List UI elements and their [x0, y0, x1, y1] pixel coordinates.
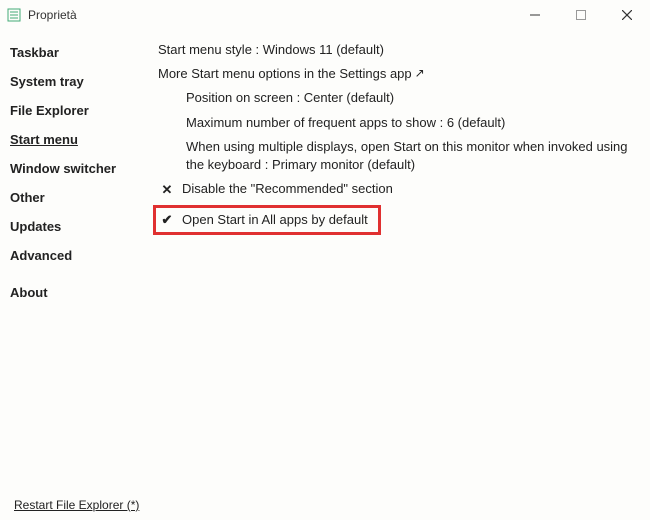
more-options-link[interactable]: More Start menu options in the Settings …	[158, 62, 634, 86]
max-apps-row[interactable]: Maximum number of frequent apps to show …	[158, 111, 634, 135]
sidebar-item-updates[interactable]: Updates	[10, 212, 140, 241]
sidebar-item-window-switcher[interactable]: Window switcher	[10, 154, 140, 183]
minimize-button[interactable]	[512, 0, 558, 30]
start-menu-style-row[interactable]: Start menu style : Windows 11 (default)	[158, 38, 634, 62]
sidebar-item-taskbar[interactable]: Taskbar	[10, 38, 140, 67]
disable-recommended-label: Disable the "Recommended" section	[182, 180, 393, 198]
close-button[interactable]	[604, 0, 650, 30]
main-area: Taskbar System tray File Explorer Start …	[0, 30, 650, 492]
open-all-apps-label: Open Start in All apps by default	[182, 211, 368, 229]
position-row[interactable]: Position on screen : Center (default)	[158, 86, 634, 110]
sidebar-item-file-explorer[interactable]: File Explorer	[10, 96, 140, 125]
restart-file-explorer-link[interactable]: Restart File Explorer (*)	[14, 498, 139, 512]
sidebar-item-other[interactable]: Other	[10, 183, 140, 212]
sidebar-item-advanced[interactable]: Advanced	[10, 241, 140, 270]
window-controls	[512, 0, 650, 30]
multi-display-label: When using multiple displays, open Start…	[186, 138, 634, 174]
sidebar-item-start-menu[interactable]: Start menu	[10, 125, 140, 154]
external-link-icon: ↗	[415, 65, 425, 82]
multi-display-row[interactable]: When using multiple displays, open Start…	[158, 135, 634, 177]
cross-icon: ✕	[158, 181, 176, 199]
check-icon: ✔	[158, 211, 176, 229]
highlight-annotation: ✔ Open Start in All apps by default	[153, 205, 381, 234]
maximize-button[interactable]	[558, 0, 604, 30]
disable-recommended-row[interactable]: ✕ Disable the "Recommended" section	[158, 177, 634, 202]
start-menu-style-label: Start menu style : Windows 11 (default)	[158, 41, 384, 59]
max-apps-label: Maximum number of frequent apps to show …	[186, 114, 505, 132]
window-title: Proprietà	[28, 8, 77, 22]
sidebar: Taskbar System tray File Explorer Start …	[10, 34, 140, 492]
position-label: Position on screen : Center (default)	[186, 89, 394, 107]
app-icon	[6, 7, 22, 23]
sidebar-item-about[interactable]: About	[10, 278, 140, 307]
titlebar: Proprietà	[0, 0, 650, 30]
sidebar-item-system-tray[interactable]: System tray	[10, 67, 140, 96]
content-panel: Start menu style : Windows 11 (default) …	[140, 34, 644, 492]
open-all-apps-row[interactable]: ✔ Open Start in All apps by default	[158, 202, 634, 237]
more-options-label: More Start menu options in the Settings …	[158, 65, 412, 83]
